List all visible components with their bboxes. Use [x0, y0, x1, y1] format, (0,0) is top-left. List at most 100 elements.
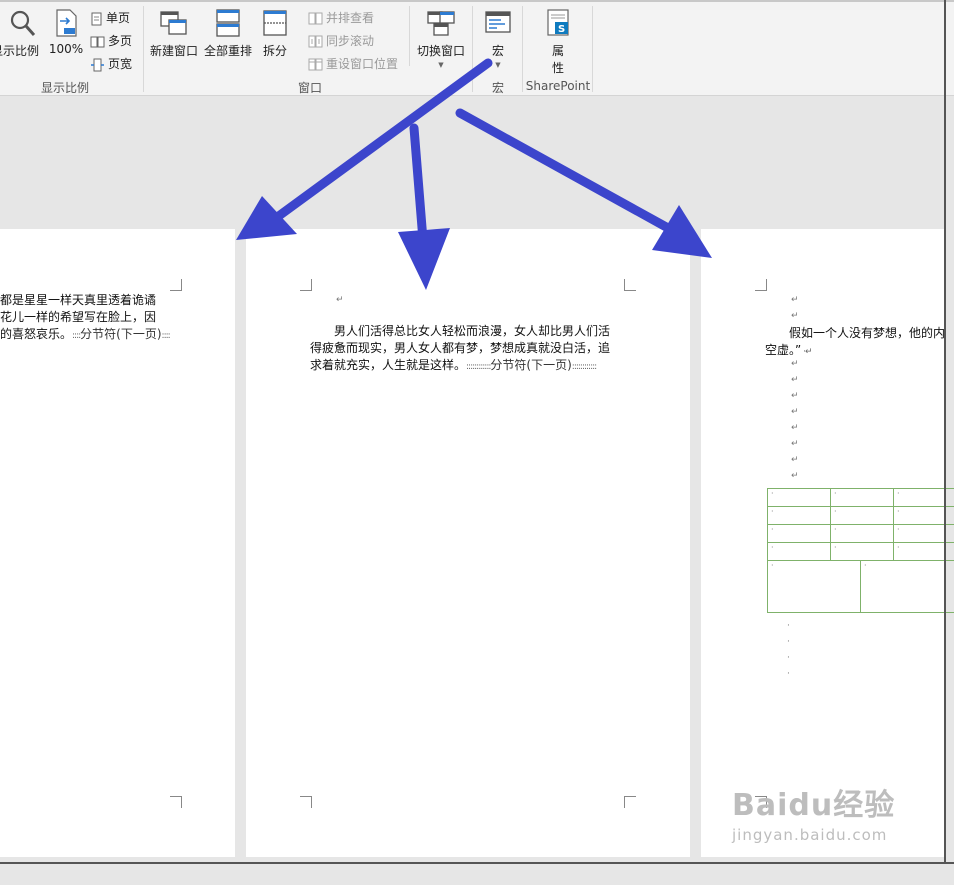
- single-page-icon: [91, 12, 102, 25]
- page-width-button[interactable]: 页宽: [90, 55, 132, 72]
- inner-separator: [409, 6, 410, 66]
- side-by-side-label: 并排查看: [326, 11, 375, 25]
- group-separator: [143, 6, 144, 92]
- reset-window-position-button[interactable]: 重设窗口位置: [308, 55, 398, 72]
- paragraph-mark: ↵: [791, 423, 799, 433]
- new-window-icon: [160, 11, 187, 35]
- multi-page-icon: [90, 36, 105, 47]
- paragraph-mark: ·: [787, 637, 790, 647]
- multi-page-button[interactable]: 多页: [90, 32, 132, 49]
- new-window-button[interactable]: 新建窗口: [148, 8, 200, 59]
- zoom-button[interactable]: 显示比例: [0, 8, 44, 59]
- switch-window-label: 切换窗口: [416, 44, 465, 58]
- zoom-100-button[interactable]: 100%: [48, 8, 84, 56]
- section-break-mark: 分节符(下一页): [490, 358, 572, 372]
- table-cell[interactable]: ·: [767, 560, 861, 613]
- ribbon: 显示比例 100% 单页 多页 页宽 显示比例 新建窗口: [0, 0, 954, 96]
- watermark-url: jingyan.baidu.com: [732, 826, 888, 844]
- sync-scroll-button[interactable]: 同步滚动: [308, 32, 374, 49]
- margin-corner: [300, 279, 312, 291]
- page-100-icon: [56, 9, 77, 37]
- chevron-down-icon: ▼: [495, 61, 501, 69]
- page-left[interactable]: 都是星星一样天真里透着诡谲 花儿一样的希望写在脸上，因 的喜怒哀乐。::::分节…: [0, 229, 235, 857]
- macro-group-label: 宏: [491, 81, 504, 95]
- text-line: 假如一个人没有梦想，他的内: [789, 326, 946, 340]
- single-page-button[interactable]: 单页: [90, 9, 130, 26]
- paragraph-mark: ↵: [791, 391, 799, 401]
- table-cell[interactable]: ·: [767, 488, 831, 507]
- group-separator: [522, 6, 523, 92]
- paragraph-mark: ↵: [791, 407, 799, 417]
- multi-page-label: 多页: [108, 34, 133, 48]
- split-button[interactable]: 拆分: [257, 8, 293, 59]
- leader-dots: ::::::::::::: [571, 362, 597, 372]
- text-span: 求着就充实，人生就是这样。: [310, 358, 467, 372]
- paragraph-mark: ↵: [791, 295, 799, 305]
- right-page-text[interactable]: 假如一个人没有梦想，他的内 空虚。” ·↵: [765, 325, 954, 361]
- page-right[interactable]: ↵ ↵ 假如一个人没有梦想，他的内 空虚。” ·↵ ↵ ↵ ↵ ↵ ↵ ↵ ↵ …: [701, 229, 954, 857]
- magnifier-icon: [10, 10, 36, 36]
- single-page-label: 单页: [106, 11, 131, 25]
- document-table-merged[interactable]: · ·: [767, 560, 954, 613]
- arrange-all-label: 全部重排: [203, 44, 252, 58]
- baidu-watermark: Baidu经验 jingyan.baidu.com: [732, 780, 895, 844]
- left-page-text[interactable]: 都是星星一样天真里透着诡谲 花儿一样的希望写在脸上，因 的喜怒哀乐。::::分节…: [0, 292, 235, 345]
- ribbon-top-border: [0, 0, 954, 2]
- properties-label-line1: 属: [551, 44, 564, 58]
- paragraph-mark: ↵: [791, 359, 799, 369]
- new-window-label: 新建窗口: [149, 44, 198, 58]
- margin-corner: [300, 796, 312, 808]
- page-width-label: 页宽: [108, 57, 133, 71]
- macro-button[interactable]: 宏 ▼: [478, 8, 518, 69]
- screenshot-frame-bottom: [0, 862, 954, 864]
- macro-icon: [485, 11, 511, 33]
- paragraph-mark: ·: [787, 653, 790, 663]
- screenshot-frame-right: [944, 0, 946, 864]
- paragraph-mark: ·: [787, 621, 790, 631]
- document-table-grid[interactable]: · · · · · · · · · · · ·: [767, 488, 954, 561]
- side-by-side-button[interactable]: 并排查看: [308, 9, 374, 26]
- table-cell[interactable]: ·: [830, 524, 894, 543]
- arrange-all-button[interactable]: 全部重排: [202, 8, 254, 59]
- table-cell[interactable]: ·: [860, 560, 954, 613]
- table-cell[interactable]: ·: [767, 524, 831, 543]
- table-cell[interactable]: ·: [767, 506, 831, 525]
- properties-label-line2: 性: [551, 61, 564, 75]
- text-line: 求着就充实，人生就是这样。::::::::::::分节符(下一页):::::::…: [310, 357, 622, 376]
- paragraph-mark: ↵: [791, 455, 799, 465]
- paragraph-mark: ↵: [791, 311, 799, 321]
- text-line: 都是星星一样天真里透着诡谲: [0, 293, 157, 307]
- paragraph-mark: ↵: [791, 439, 799, 449]
- text-span: 空虚。”: [765, 343, 802, 357]
- margin-corner: [624, 796, 636, 808]
- page-middle[interactable]: ↵ 男人们活得总比女人轻松而浪漫，女人却比男人们活 得疲惫而现实，男人女人都有梦…: [246, 229, 690, 857]
- table-cell[interactable]: ·: [830, 542, 894, 561]
- text-span: 的喜怒哀乐。: [0, 327, 73, 341]
- leader-dots: ::::::::::::: [466, 362, 491, 372]
- table-cell[interactable]: ·: [767, 542, 831, 561]
- text-line: 得疲惫而现实，男人女人都有梦，梦想成真就没白活，追: [310, 341, 611, 355]
- zoom-100-label: 100%: [48, 42, 84, 56]
- sharepoint-group-label: SharePoint: [525, 79, 591, 93]
- sync-scroll-label: 同步滚动: [326, 34, 375, 48]
- reset-position-icon: [308, 58, 323, 71]
- reset-position-label: 重设窗口位置: [326, 57, 399, 71]
- macro-label: 宏: [491, 44, 504, 58]
- document-canvas-background: [0, 96, 954, 228]
- zoom-label: 显示比例: [0, 44, 39, 58]
- table-cell[interactable]: ·: [830, 488, 894, 507]
- watermark-logo: Baidu经验: [732, 788, 896, 823]
- sharepoint-properties-icon: S: [547, 9, 569, 36]
- text-line: 的喜怒哀乐。::::分节符(下一页)::::: [0, 326, 235, 345]
- properties-button[interactable]: S 属 性: [538, 8, 578, 76]
- switch-window-button[interactable]: 切换窗口 ▼: [414, 8, 468, 69]
- page-width-icon: [91, 58, 104, 71]
- middle-page-text[interactable]: 男人们活得总比女人轻松而浪漫，女人却比男人们活 得疲惫而现实，男人女人都有梦，梦…: [310, 323, 622, 376]
- split-icon: [263, 10, 287, 36]
- leader-dots: ::::: [72, 331, 81, 341]
- sync-scroll-icon: [308, 35, 323, 48]
- section-break-mark: 分节符(下一页): [80, 327, 162, 341]
- table-cell[interactable]: ·: [830, 506, 894, 525]
- paragraph-mark: ↵: [336, 295, 344, 305]
- margin-corner: [170, 796, 182, 808]
